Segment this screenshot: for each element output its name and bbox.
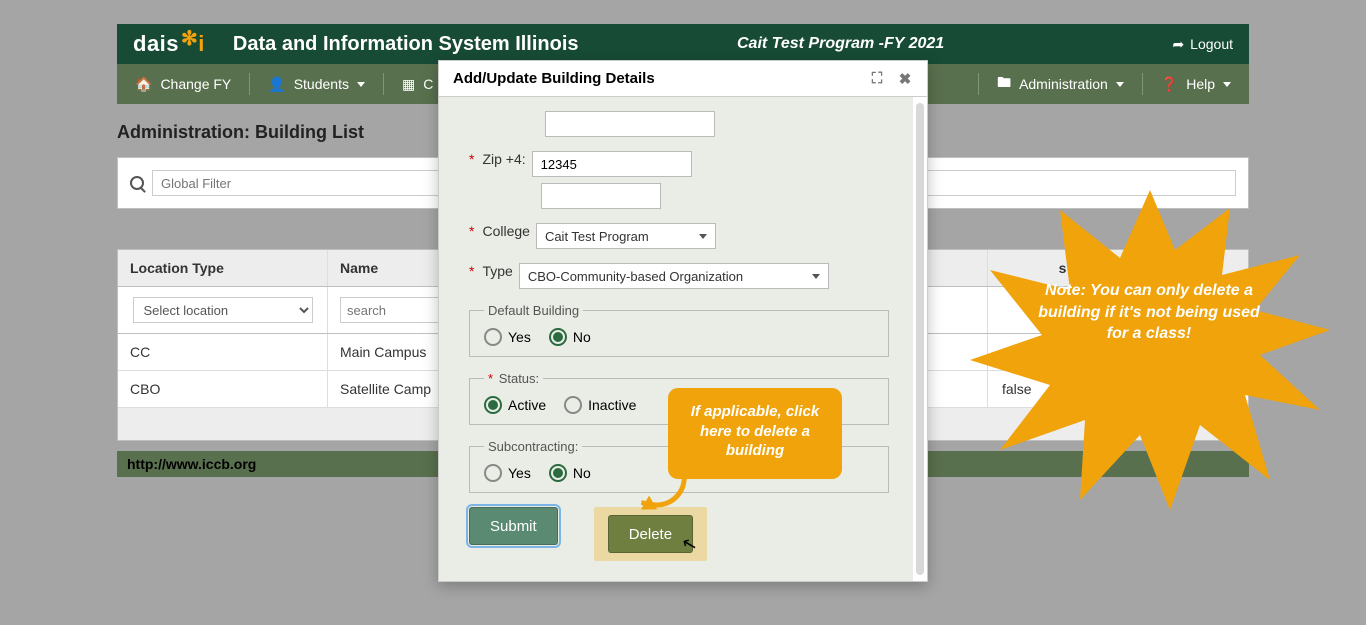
radio-default-no[interactable]	[549, 328, 567, 346]
grid-icon: ▦	[402, 76, 415, 93]
logo-text: dais	[133, 31, 179, 57]
radio-status-active-label: Active	[508, 397, 546, 413]
radio-sub-yes[interactable]	[484, 464, 502, 482]
chevron-down-icon	[1223, 82, 1231, 87]
submit-label: Submit	[490, 518, 537, 535]
system-title: Data and Information System Illinois	[233, 33, 579, 56]
prior-field-truncated[interactable]	[545, 111, 715, 137]
zip-row: * Zip +4:	[469, 151, 889, 177]
default-building-legend: Default Building	[484, 303, 583, 318]
cell-actions[interactable]	[1138, 371, 1248, 407]
cell-loc: CC	[118, 334, 328, 370]
type-select[interactable]: CBO-Community-based Organization	[519, 263, 829, 289]
required-mark: *	[469, 151, 474, 167]
modal-title-bar: Add/Update Building Details ⛶ ✖	[439, 61, 927, 97]
radio-sub-no[interactable]	[549, 464, 567, 482]
delete-label: Delete	[629, 526, 672, 543]
zip-label: Zip +4:	[482, 151, 525, 167]
radio-sub-yes-label: Yes	[508, 465, 531, 481]
cell-actions[interactable]	[1138, 334, 1248, 370]
logout-label: Logout	[1190, 36, 1233, 52]
logo-flower-icon: ✻	[181, 26, 198, 51]
status-group: * Status: Active Inactive	[469, 371, 889, 425]
subcontracting-legend: Subcontracting:	[484, 439, 582, 454]
status-legend: * Status:	[484, 371, 543, 386]
col-actions	[1138, 250, 1248, 286]
radio-status-active[interactable]	[484, 396, 502, 414]
modal-button-row: Submit Delete ↖	[469, 507, 889, 561]
radio-status-inactive[interactable]	[564, 396, 582, 414]
person-icon: 👤	[268, 76, 285, 93]
subcontracting-group: Subcontracting: Yes No	[469, 439, 889, 493]
nav-help[interactable]: ❓ Help	[1143, 64, 1249, 104]
close-icon[interactable]: ✖	[897, 71, 913, 87]
college-value: Cait Test Program	[545, 229, 649, 244]
nav-change-fy[interactable]: 🏠 Change FY	[117, 64, 249, 104]
cell-default	[988, 334, 1138, 370]
footer-url[interactable]: http://www.iccb.org	[127, 456, 256, 472]
radio-sub-no-label: No	[573, 465, 591, 481]
required-mark: *	[469, 263, 474, 279]
col-hidden-hint: s	[988, 250, 1138, 286]
chevron-down-icon	[357, 82, 365, 87]
required-mark: *	[469, 223, 474, 239]
col-location-type[interactable]: Location Type	[118, 250, 328, 286]
program-title: Cait Test Program -FY 2021	[737, 35, 944, 53]
logo-accent: i	[198, 31, 205, 57]
header-bar: dais✻i Data and Information System Illin…	[117, 24, 1249, 64]
nav-students[interactable]: 👤 Students	[250, 64, 383, 104]
building-details-modal: Add/Update Building Details ⛶ ✖ * Zip +4…	[438, 60, 928, 582]
nav-label: Students	[294, 76, 349, 92]
type-label: Type	[482, 263, 512, 279]
search-icon	[130, 176, 144, 190]
nav-label: Help	[1186, 76, 1215, 92]
nav-label: Change FY	[160, 76, 231, 92]
cell-default: false	[988, 371, 1138, 407]
cell-loc: CBO	[118, 371, 328, 407]
logout-icon: ➦	[1172, 36, 1184, 53]
nav-label: Administration	[1019, 76, 1108, 92]
maximize-icon[interactable]: ⛶	[869, 71, 885, 87]
modal-title: Add/Update Building Details	[453, 70, 655, 87]
college-label: College	[482, 223, 529, 239]
zip-input[interactable]	[532, 151, 692, 177]
modal-body: * Zip +4: * College Cait Test Program * …	[439, 97, 927, 581]
nav-administration[interactable]: 🖿 Administration	[979, 64, 1142, 104]
chevron-down-icon	[1116, 82, 1124, 87]
type-row: * Type CBO-Community-based Organization	[469, 263, 889, 289]
type-value: CBO-Community-based Organization	[528, 269, 743, 284]
submit-button[interactable]: Submit	[469, 507, 558, 545]
home-icon: 🏠	[135, 76, 152, 93]
radio-status-inactive-label: Inactive	[588, 397, 636, 413]
delete-button[interactable]: Delete	[608, 515, 693, 553]
college-row: * College Cait Test Program	[469, 223, 889, 249]
nav-label-trunc: C	[423, 76, 433, 92]
default-building-group: Default Building Yes No	[469, 303, 889, 357]
folder-icon: 🖿	[997, 72, 1011, 96]
help-icon: ❓	[1161, 76, 1178, 93]
college-select[interactable]: Cait Test Program	[536, 223, 716, 249]
zip-plus4-input[interactable]	[541, 183, 661, 209]
logout-link[interactable]: ➦ Logout	[1172, 36, 1233, 53]
radio-default-yes-label: Yes	[508, 329, 531, 345]
delete-highlight: Delete ↖	[594, 507, 707, 561]
logo: dais✻i	[133, 31, 205, 57]
radio-default-no-label: No	[573, 329, 591, 345]
radio-default-yes[interactable]	[484, 328, 502, 346]
location-type-filter[interactable]: Select location	[133, 297, 313, 323]
